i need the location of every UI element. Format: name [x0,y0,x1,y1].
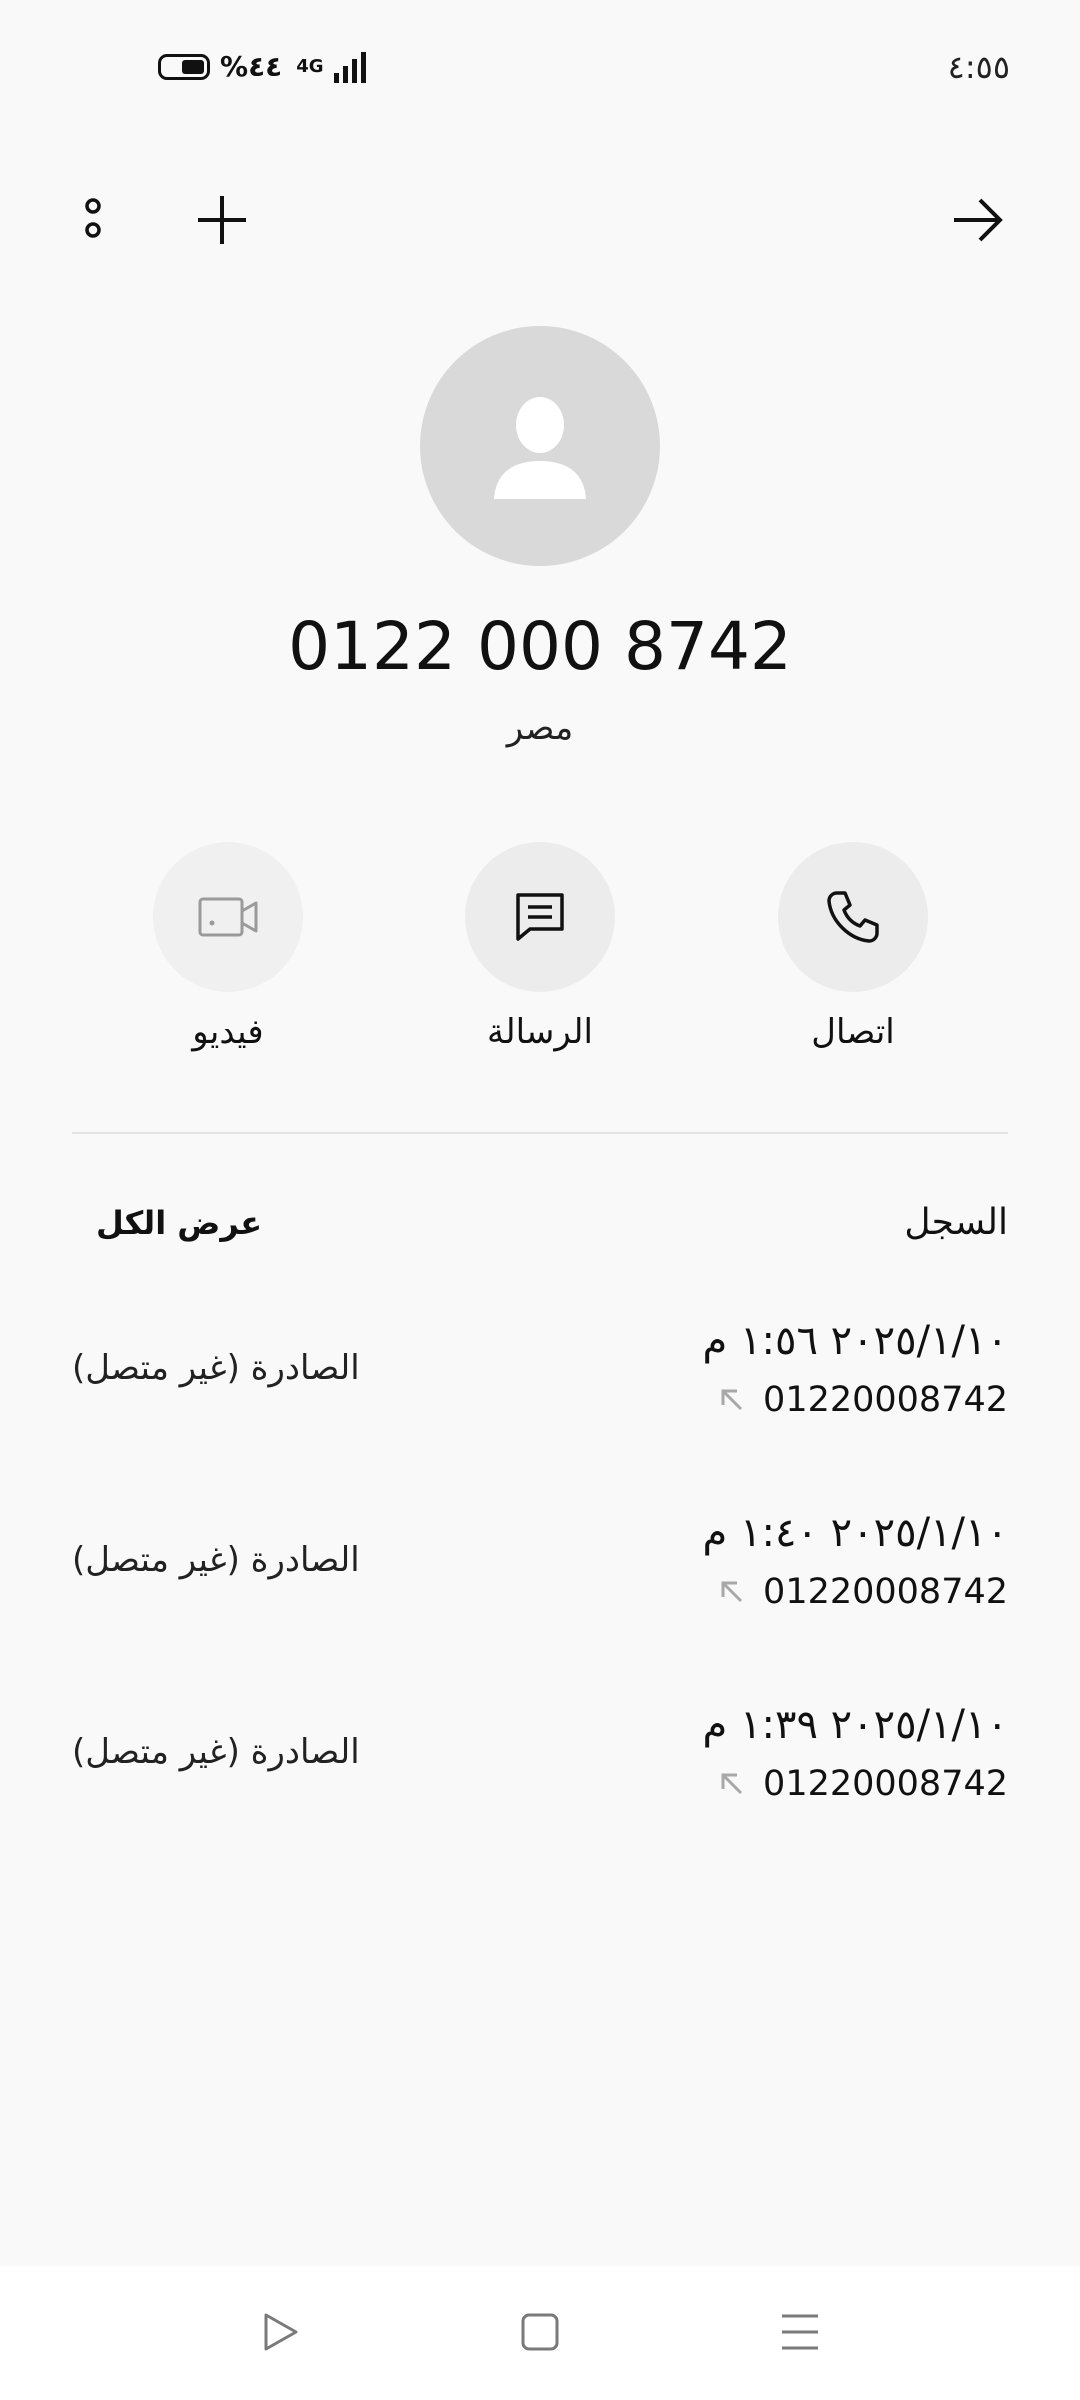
call-log-number: 01220008742 [763,1764,1008,1804]
message-label: الرسالة [486,1012,593,1052]
video-button[interactable] [153,842,303,992]
video-camera-icon [198,897,258,937]
video-label: فيديو [192,1012,264,1052]
status-indicators: %٤٤ 4G [158,50,366,83]
battery-icon [158,53,210,80]
nav-home-button[interactable] [518,2310,562,2354]
contact-country: مصر [506,708,574,748]
call-log-date: ٢٠٢٥/١/١٠ ١:٥٦ م [702,1318,1008,1364]
call-log-number: 01220008742 [763,1572,1008,1612]
plus-icon [198,196,246,244]
square-home-icon [521,2313,559,2351]
more-options-button[interactable] [78,196,108,246]
nav-recents-button[interactable] [778,2310,822,2354]
triangle-back-icon [264,2313,298,2351]
nav-back-button[interactable] [258,2310,302,2354]
outgoing-arrow-icon [721,1389,743,1411]
call-log-entry[interactable]: ٢٠٢٥/١/١٠ ١:٣٩ م 01220008742 الصادرة (غي… [0,1702,1080,1872]
call-log-status: الصادرة (غير متصل) [72,1732,360,1772]
outgoing-arrow-icon [721,1773,743,1795]
network-type: 4G [296,56,324,77]
navigation-bar [0,2266,1080,2400]
contact-number: 0122 000 8742 [288,608,792,685]
call-log-date: ٢٠٢٥/١/١٠ ١:٣٩ م [702,1702,1008,1748]
call-label: اتصال [811,1012,895,1052]
status-time: ٤:٥٥ [947,48,1010,86]
call-log-number-row: 01220008742 [719,1764,1008,1804]
arrow-right-icon [954,198,1003,242]
message-icon [516,893,564,941]
call-log-number-row: 01220008742 [719,1380,1008,1420]
phone-icon [827,891,879,943]
battery-percentage: %٤٤ [220,50,283,83]
call-log-status: الصادرة (غير متصل) [72,1348,360,1388]
call-log-number-row: 01220008742 [719,1572,1008,1612]
call-log-title: السجل [904,1202,1008,1243]
contact-avatar [420,326,660,566]
person-icon [494,397,586,499]
outgoing-arrow-icon [721,1581,743,1603]
view-all-link[interactable]: عرض الكل [96,1204,262,1242]
add-contact-button[interactable] [194,192,250,248]
call-log-date: ٢٠٢٥/١/١٠ ١:٤٠ م [702,1510,1008,1556]
call-log-entry[interactable]: ٢٠٢٥/١/١٠ ١:٥٦ م 01220008742 الصادرة (غي… [0,1318,1080,1488]
call-log-entry[interactable]: ٢٠٢٥/١/١٠ ١:٤٠ م 01220008742 الصادرة (غي… [0,1510,1080,1680]
signal-icon [333,51,366,83]
more-vertical-icon [85,198,101,238]
back-button[interactable] [948,192,1008,248]
menu-lines-icon [782,2314,818,2350]
call-log-status: الصادرة (غير متصل) [72,1540,360,1580]
call-log-number: 01220008742 [763,1380,1008,1420]
message-button[interactable] [465,842,615,992]
divider [72,1132,1008,1134]
call-button[interactable] [778,842,928,992]
